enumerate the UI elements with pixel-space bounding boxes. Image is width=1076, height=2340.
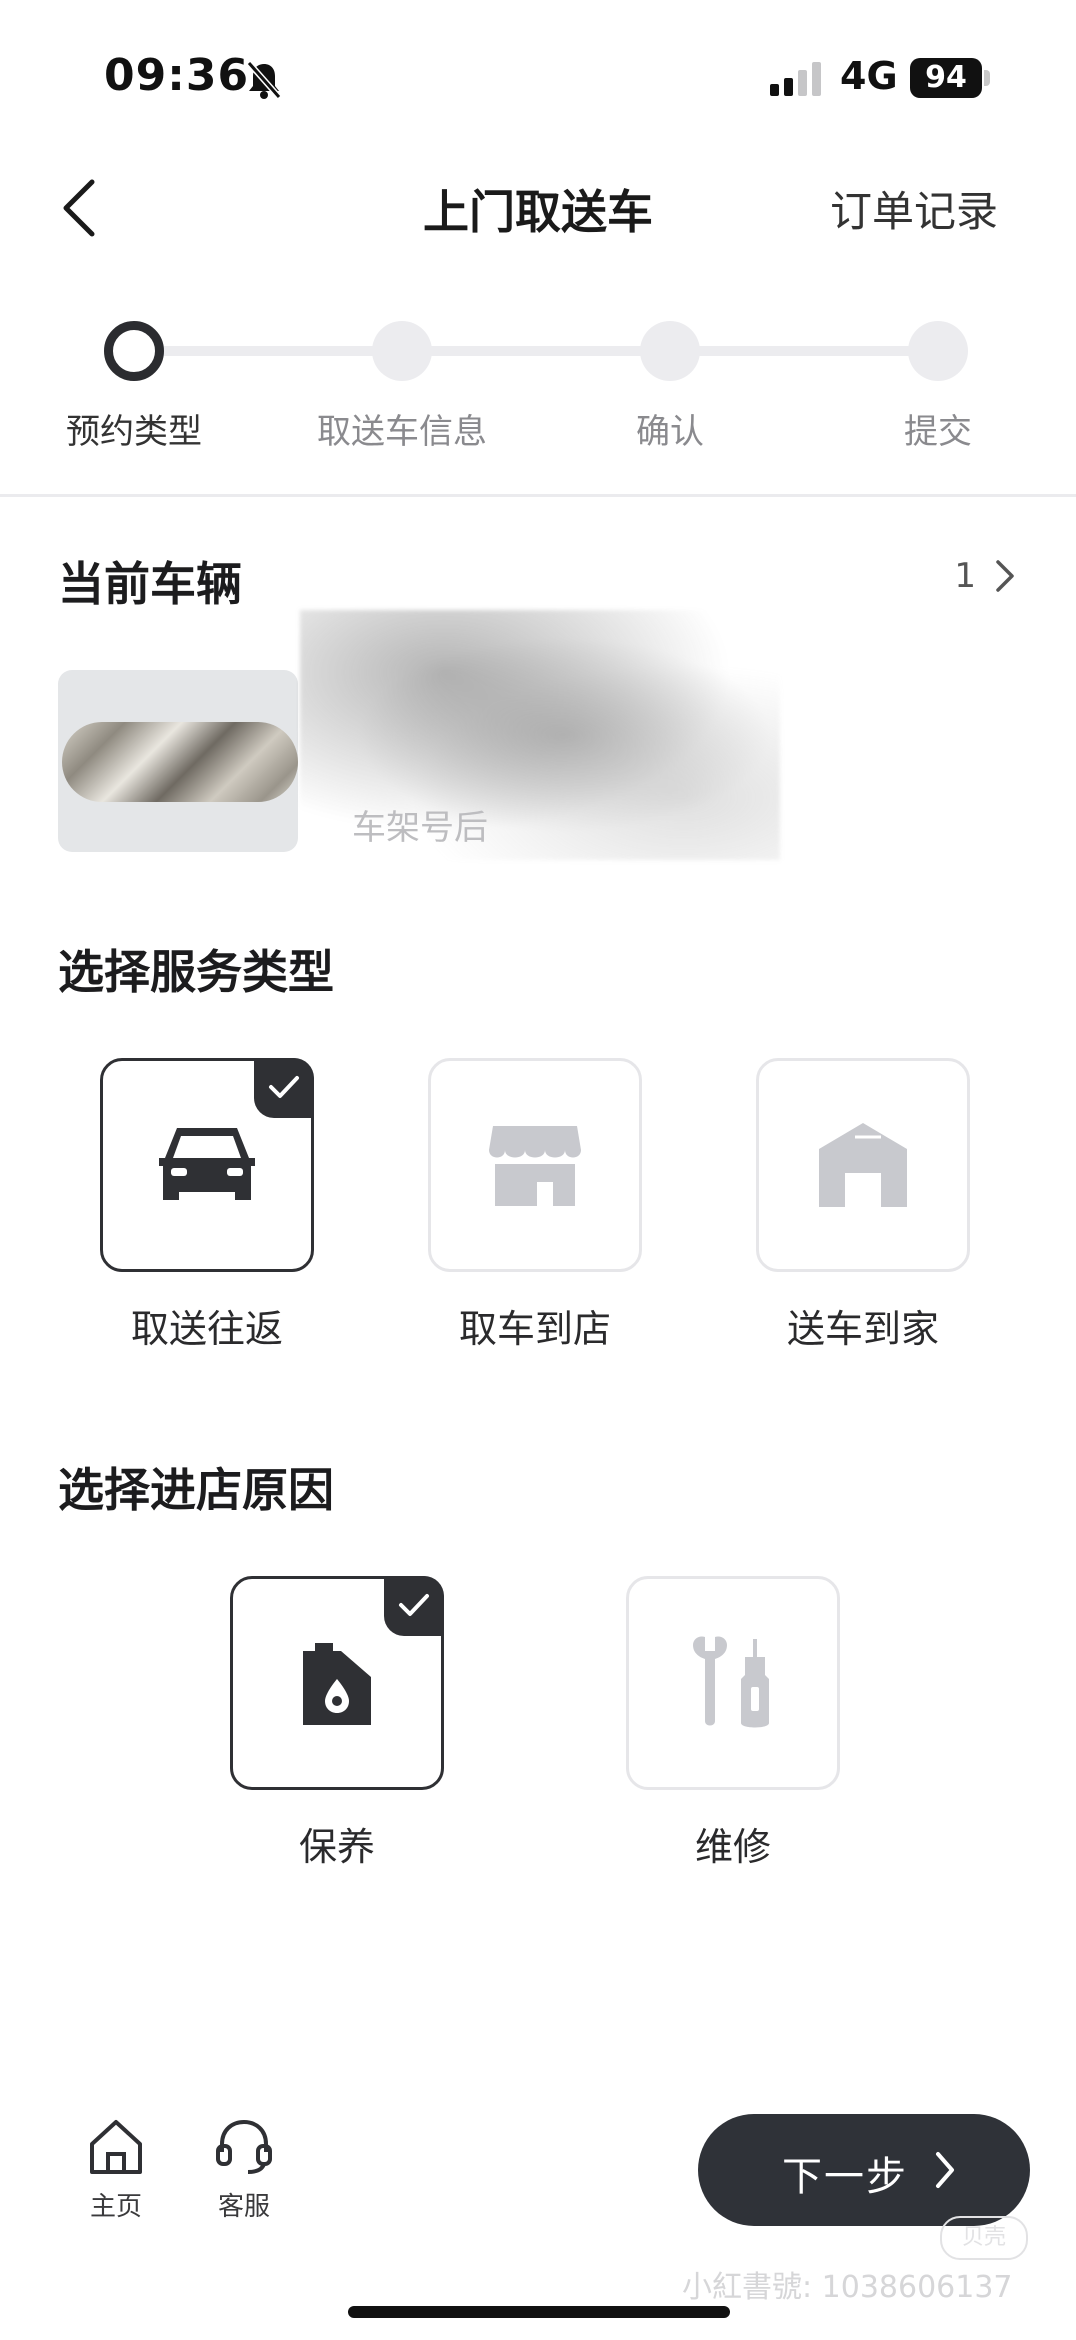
status-time: 09:36 bbox=[104, 50, 250, 101]
watermark-text: 小紅書號: 1038606137 bbox=[682, 2270, 1013, 2305]
tab-customer-service-label: 客服 bbox=[217, 2192, 270, 2222]
tab-customer-service[interactable]: 客服 bbox=[184, 2118, 304, 2223]
reason-label-maintenance: 保养 bbox=[298, 1825, 375, 1869]
battery-tip bbox=[984, 70, 990, 86]
tab-home-label: 主页 bbox=[89, 2192, 142, 2222]
service-option-to-home[interactable] bbox=[756, 1058, 970, 1272]
vehicle-vin-label: 车架号后 bbox=[352, 808, 488, 848]
step-label-confirm: 确认 bbox=[636, 412, 704, 452]
check-icon bbox=[384, 1576, 444, 1636]
service-option-round-trip[interactable] bbox=[100, 1058, 314, 1272]
vehicle-section-title: 当前车辆 bbox=[58, 557, 242, 611]
bell-muted-icon bbox=[246, 61, 282, 99]
repair-tools-icon bbox=[693, 1636, 769, 1728]
next-step-label: 下一步 bbox=[782, 2154, 908, 2200]
car-icon bbox=[159, 1128, 255, 1200]
service-option-to-store[interactable] bbox=[428, 1058, 642, 1272]
vehicle-photo bbox=[62, 722, 298, 802]
home-icon bbox=[90, 2120, 142, 2174]
vehicle-image[interactable] bbox=[58, 670, 298, 852]
signal-icon bbox=[770, 62, 821, 96]
headset-icon bbox=[216, 2119, 272, 2174]
service-type-title: 选择服务类型 bbox=[58, 945, 334, 999]
store-icon bbox=[489, 1126, 581, 1206]
network-type: 4G bbox=[840, 54, 898, 98]
visit-reason-title: 选择进店原因 bbox=[58, 1463, 334, 1517]
oil-can-icon bbox=[303, 1643, 371, 1725]
step-label-type: 预约类型 bbox=[66, 412, 202, 452]
step-dot-4 bbox=[908, 321, 968, 381]
chevron-right-icon[interactable] bbox=[994, 556, 1018, 596]
reason-label-repair: 维修 bbox=[694, 1825, 771, 1869]
home-indicator[interactable] bbox=[348, 2306, 730, 2318]
step-dot-3 bbox=[640, 321, 700, 381]
step-label-info: 取送车信息 bbox=[317, 412, 487, 452]
home-garage-icon bbox=[819, 1123, 907, 1207]
battery-icon: 94 bbox=[910, 58, 982, 98]
reason-option-repair[interactable] bbox=[626, 1576, 840, 1790]
next-step-button[interactable]: 下一步 bbox=[698, 2114, 1030, 2226]
order-records-link[interactable]: 订单记录 bbox=[830, 178, 998, 239]
service-label-round-trip: 取送往返 bbox=[130, 1307, 283, 1351]
check-icon bbox=[254, 1058, 314, 1118]
reason-option-maintenance[interactable] bbox=[230, 1576, 444, 1790]
step-dot-2 bbox=[372, 321, 432, 381]
chevron-right-icon bbox=[936, 2152, 954, 2188]
service-label-to-home: 送车到家 bbox=[786, 1307, 939, 1351]
tab-home[interactable]: 主页 bbox=[56, 2118, 176, 2223]
step-dot-1 bbox=[104, 321, 164, 381]
watermark-badge: 贝壳 bbox=[940, 2216, 1028, 2260]
vehicle-count[interactable]: 1 bbox=[954, 556, 976, 596]
service-label-to-store: 取车到店 bbox=[458, 1307, 611, 1351]
header-divider bbox=[0, 494, 1076, 497]
stepper-track bbox=[134, 346, 938, 356]
step-label-submit: 提交 bbox=[904, 412, 972, 452]
